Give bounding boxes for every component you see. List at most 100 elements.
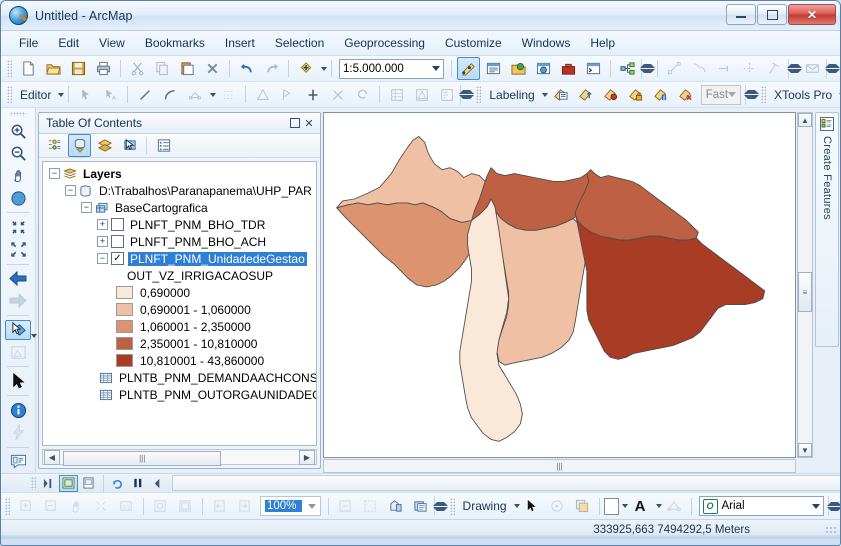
- trace-tool-icon[interactable]: [183, 83, 206, 106]
- zoom-100-percent-icon[interactable]: 1:1: [115, 495, 138, 518]
- validate-topology-icon[interactable]: [738, 57, 761, 80]
- labeling-toolbar-overflow[interactable]: [744, 84, 760, 105]
- fixed-zoom-in-tool-icon[interactable]: [5, 217, 31, 237]
- delete-icon[interactable]: [201, 57, 224, 80]
- split-polygon-icon[interactable]: [251, 83, 274, 106]
- expander-icon[interactable]: −: [49, 168, 60, 179]
- chevron-down-icon[interactable]: [728, 92, 737, 97]
- editor-toolbar-grip[interactable]: [7, 86, 12, 103]
- maximize-button[interactable]: [757, 4, 787, 25]
- list-by-drawing-order-icon[interactable]: [43, 134, 66, 157]
- toggle-view-button[interactable]: [148, 475, 167, 492]
- fixed-zoom-out-tool-icon[interactable]: [5, 239, 31, 259]
- page-zoom-combo[interactable]: 100%: [260, 496, 321, 516]
- add-data-dropdown[interactable]: [321, 66, 327, 71]
- zoom-whole-page-icon[interactable]: [90, 495, 113, 518]
- list-by-source-icon[interactable]: [68, 134, 91, 157]
- layout-toolbar-overflow[interactable]: [432, 496, 448, 516]
- pause-labeling-icon[interactable]: [649, 83, 672, 106]
- editor-toolbar-overflow[interactable]: [459, 84, 475, 105]
- legend-class-row[interactable]: 1,060001 - 2,350000: [43, 318, 316, 335]
- map-canvas[interactable]: [323, 112, 796, 458]
- toc-table-outorgaunidadegi[interactable]: PLNTB_PNM_OUTORGAUNIDADEGI: [43, 386, 316, 403]
- new-document-icon[interactable]: [17, 57, 40, 80]
- toc-scroll-thumb[interactable]: |||: [63, 450, 222, 466]
- go-next-extent-icon[interactable]: [5, 291, 31, 311]
- toolbar-grip[interactable]: [7, 60, 12, 77]
- legend-swatch[interactable]: [116, 320, 133, 333]
- undo-icon[interactable]: [235, 57, 258, 80]
- unidade-gestao-nordeste[interactable]: [574, 169, 699, 241]
- label-priority-ranking-icon[interactable]: [574, 83, 597, 106]
- editor-menu-caret[interactable]: [58, 92, 65, 97]
- view-bar-grip[interactable]: [31, 476, 36, 490]
- unidade-gestao-central[interactable]: [494, 210, 586, 366]
- map-vscroll-thumb[interactable]: ≡: [798, 272, 812, 313]
- menu-selection[interactable]: Selection: [265, 33, 334, 53]
- zoom-in-tool-icon[interactable]: [5, 121, 31, 141]
- menu-help[interactable]: Help: [580, 33, 625, 53]
- toc-close-button[interactable]: ✕: [302, 116, 316, 130]
- layout-view-button[interactable]: [79, 475, 98, 492]
- legend-swatch[interactable]: [116, 303, 133, 316]
- rotate-icon[interactable]: [351, 83, 374, 106]
- data-driven-pages-icon[interactable]: [409, 495, 432, 518]
- minimize-button[interactable]: [726, 4, 756, 25]
- legend-class-row[interactable]: 0,690000: [43, 284, 316, 301]
- layout-toolbar-grip[interactable]: [5, 497, 10, 515]
- full-extent-tool-icon[interactable]: [5, 188, 31, 208]
- go-back-extent-icon[interactable]: [5, 268, 31, 288]
- toc-root-layers[interactable]: − Layers: [43, 165, 316, 182]
- fill-color-button[interactable]: [603, 497, 619, 515]
- hyperlink-tool-icon[interactable]: [5, 423, 31, 443]
- copy-icon[interactable]: [151, 57, 174, 80]
- close-button[interactable]: ✕: [788, 4, 836, 25]
- layer-visibility-checkbox[interactable]: [111, 235, 124, 248]
- add-data-icon[interactable]: [294, 57, 317, 80]
- xtools-toolbar-grip[interactable]: [761, 86, 767, 103]
- straight-segment-icon[interactable]: [133, 83, 156, 106]
- scroll-right-icon[interactable]: ▶: [299, 449, 315, 465]
- menu-customize[interactable]: Customize: [435, 33, 512, 53]
- map-horizontal-scrollbar[interactable]: |||: [323, 459, 796, 473]
- pause-drawing-button[interactable]: [128, 475, 147, 492]
- toggle-draft-mode-icon[interactable]: [334, 495, 357, 518]
- labeling-toolbar-grip[interactable]: [476, 86, 482, 103]
- font-color-button[interactable]: A: [629, 495, 652, 518]
- toc-layer-bho-tdr[interactable]: + PLNFT_PNM_BHO_TDR: [43, 216, 316, 233]
- drawing-menu-caret[interactable]: [513, 504, 520, 508]
- arctoolbox-icon[interactable]: [557, 57, 580, 80]
- font-color-caret[interactable]: [655, 504, 662, 508]
- misc-toolbar-overflow[interactable]: [825, 58, 840, 79]
- redo-icon[interactable]: [260, 57, 283, 80]
- go-back-page-extent-icon[interactable]: [208, 495, 231, 518]
- print-icon[interactable]: [92, 57, 115, 80]
- menu-view[interactable]: View: [89, 33, 135, 53]
- focus-data-frame-icon[interactable]: [359, 495, 382, 518]
- xtools-pro-menu[interactable]: XTools Pro: [770, 88, 836, 102]
- create-features-tab[interactable]: Create Features: [815, 112, 839, 347]
- save-icon[interactable]: [67, 57, 90, 80]
- expander-icon[interactable]: +: [97, 236, 108, 247]
- drawing-menu[interactable]: Drawing: [459, 499, 511, 513]
- expander-icon[interactable]: −: [81, 202, 92, 213]
- table-of-contents-icon[interactable]: [482, 57, 505, 80]
- view-bar-expander[interactable]: [39, 475, 58, 492]
- font-family-combo[interactable]: O Arial: [698, 496, 824, 516]
- zoom-in-page-icon[interactable]: [15, 495, 38, 518]
- label-weight-ranking-icon[interactable]: [599, 83, 622, 106]
- end-point-arc-icon[interactable]: [158, 83, 181, 106]
- edit-tool-icon[interactable]: [74, 83, 97, 106]
- divide-icon[interactable]: [276, 83, 299, 106]
- menu-bookmarks[interactable]: Bookmarks: [135, 33, 215, 53]
- sketch-properties-icon[interactable]: [410, 83, 433, 106]
- toc-restore-button[interactable]: [288, 116, 302, 130]
- construct-geometry-icon[interactable]: [763, 57, 786, 80]
- zoom-out-tool-icon[interactable]: [5, 143, 31, 163]
- toc-layer-bho-ach[interactable]: + PLNFT_PNM_BHO_ACH: [43, 233, 316, 250]
- legend-swatch[interactable]: [116, 337, 133, 350]
- layer-visibility-checkbox[interactable]: [111, 218, 124, 231]
- chevron-down-icon[interactable]: [432, 66, 440, 71]
- split-topology-icon[interactable]: [713, 57, 736, 80]
- scroll-down-icon[interactable]: ▼: [798, 443, 812, 457]
